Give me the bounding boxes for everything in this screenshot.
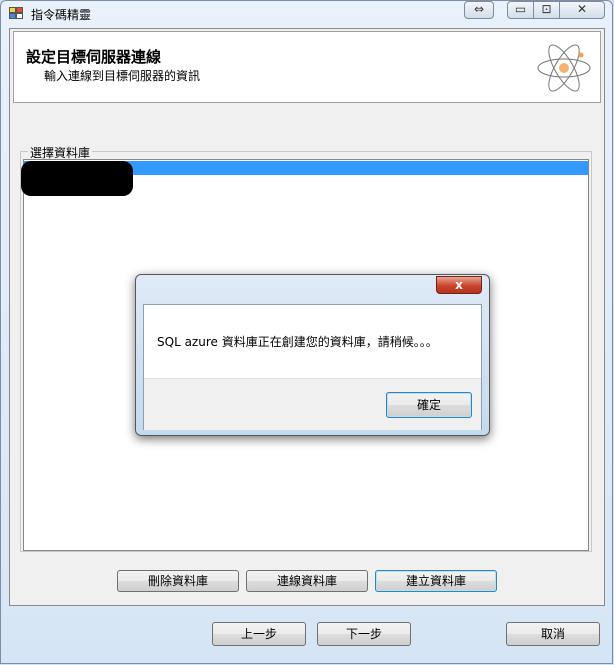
dialog-footer: 確定 (144, 378, 481, 430)
window-title: 指令碼精靈 (31, 8, 92, 22)
title-bar[interactable]: 指令碼精靈 ⇔ ▭ ⊡ ✕ (1, 1, 612, 27)
close-icon: ✕ (576, 2, 588, 16)
app-icon (9, 7, 25, 21)
delete-database-button[interactable]: 刪除資料庫 (117, 570, 239, 592)
header-panel: 設定目標伺服器連線 輸入連線到目標伺服器的資訊 (13, 31, 601, 103)
prev-step-button[interactable]: 上一步 (212, 622, 306, 646)
dialog-close-button[interactable]: x (436, 276, 482, 294)
dialog-message: SQL azure 資料庫正在創建您的資料庫，請稍候。。。 (157, 335, 438, 349)
next-step-button[interactable]: 下一步 (317, 622, 411, 646)
ok-button[interactable]: 確定 (386, 392, 472, 418)
minimize-button[interactable]: ▭ (507, 1, 534, 19)
redacted-database-name (21, 161, 133, 196)
close-icon: x (455, 278, 463, 292)
create-database-button[interactable]: 建立資料庫 (375, 570, 497, 592)
maximize-button[interactable]: ⊡ (533, 1, 560, 19)
page-title: 設定目標伺服器連線 (26, 48, 162, 66)
connect-database-button[interactable]: 連線資料庫 (246, 570, 368, 592)
message-dialog: x SQL azure 資料庫正在創建您的資料庫，請稍候。。。 確定 (135, 274, 490, 436)
maximize-icon: ⊡ (541, 2, 552, 16)
dialog-body: SQL azure 資料庫正在創建您的資料庫，請稍候。。。 確定 (143, 304, 482, 430)
atom-icon (537, 44, 591, 92)
restore-button[interactable]: ⇔ (464, 1, 494, 19)
window-close-button[interactable]: ✕ (559, 1, 605, 19)
cancel-button[interactable]: 取消 (506, 622, 600, 646)
minimize-icon: ▭ (514, 2, 527, 16)
page-subtitle: 輸入連線到目標伺服器的資訊 (44, 69, 201, 83)
swap-arrows-icon: ⇔ (473, 2, 485, 16)
